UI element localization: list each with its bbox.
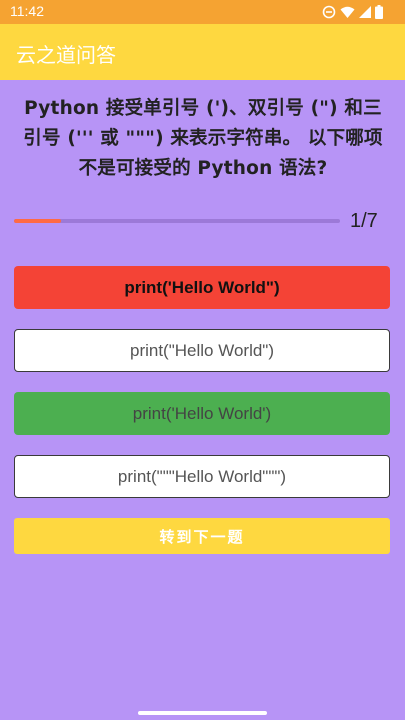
- signal-icon: [359, 6, 371, 18]
- battery-icon: [375, 5, 383, 19]
- do-not-disturb-icon: [322, 5, 336, 19]
- question-text: Python 接受单引号 (')、双引号 (") 和三引号 (''' 或 """…: [23, 98, 383, 179]
- answer-option-4[interactable]: print("""Hello World"""): [14, 455, 390, 498]
- app-bar: 云之道问答: [0, 24, 405, 80]
- progress-bar-fill: [14, 219, 61, 223]
- progress-counter: 1/7: [350, 210, 378, 232]
- wifi-icon: [340, 6, 355, 18]
- answer-option-1[interactable]: print('Hello World"): [14, 266, 390, 309]
- status-bar: 11:42: [0, 0, 405, 24]
- answer-option-1-label: print('Hello World"): [124, 277, 280, 297]
- gesture-nav-bar[interactable]: [138, 711, 267, 715]
- answer-option-2[interactable]: print("Hello World"): [14, 329, 390, 372]
- answer-option-3-label: print('Hello World'): [132, 403, 272, 423]
- next-question-button[interactable]: 转到下一题: [14, 518, 390, 554]
- app-title: 云之道问答: [16, 43, 116, 67]
- answer-option-2-label: print("Hello World"): [129, 340, 274, 360]
- answer-option-4-label: print("""Hello World"""): [117, 466, 287, 486]
- answer-option-3[interactable]: print('Hello World'): [14, 392, 390, 435]
- status-time: 11:42: [10, 3, 44, 19]
- status-icons: [322, 5, 383, 19]
- progress-bar: [14, 219, 340, 223]
